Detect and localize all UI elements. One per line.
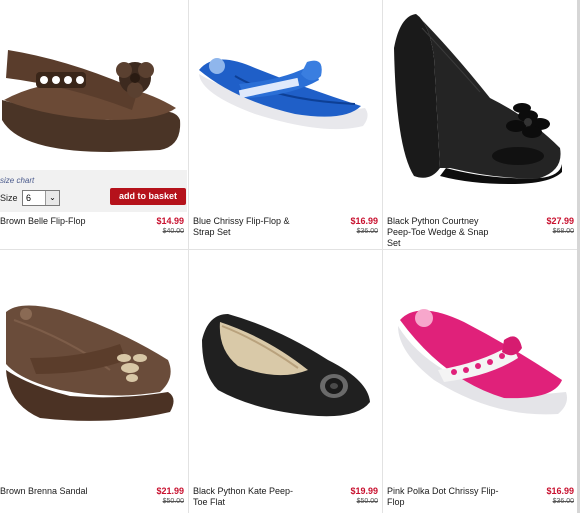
size-select-value: 6 [26, 193, 32, 203]
product-old-price: $36.00 [552, 498, 574, 505]
product-old-price: $40.00 [162, 228, 184, 235]
product-name[interactable]: Black Python Kate Peep-Toe Flat [193, 486, 303, 508]
row-divider [0, 249, 580, 250]
black-peeptoe-wedge-icon [394, 14, 562, 184]
product-old-price: $68.00 [552, 228, 574, 235]
product-price: $16.99 [350, 216, 378, 226]
product-image[interactable] [394, 300, 574, 424]
size-label: Size [0, 193, 18, 203]
product-name[interactable]: Brown Brenna Sandal [0, 486, 120, 497]
product-name[interactable]: Pink Polka Dot Chrissy Flip-Flop [387, 486, 499, 508]
blue-flipflop-icon [199, 58, 368, 130]
column-divider [188, 0, 189, 513]
product-price: $14.99 [156, 216, 184, 226]
product-old-price: $36.00 [356, 228, 378, 235]
product-image[interactable] [390, 8, 570, 186]
product-image[interactable] [0, 20, 186, 170]
pink-flipflop-icon [398, 309, 567, 415]
product-name[interactable]: Black Python Courtney Peep-Toe Wedge & S… [387, 216, 499, 249]
product-name[interactable]: Blue Chrissy Flip-Flop & Strap Set [193, 216, 303, 238]
column-divider [382, 0, 383, 513]
brown-wedge-flipflop-icon [2, 50, 181, 152]
black-peeptoe-flat-icon [202, 314, 370, 417]
product-old-price: $50.00 [162, 498, 184, 505]
brown-wedge-sandal-icon [6, 305, 174, 421]
product-price: $27.99 [546, 216, 574, 226]
add-to-basket-button[interactable]: add to basket [110, 188, 186, 205]
product-price: $16.99 [546, 486, 574, 496]
product-image[interactable] [198, 310, 374, 420]
size-select[interactable]: 6 ⌄ [22, 190, 60, 206]
product-image[interactable] [195, 40, 375, 140]
product-price: $21.99 [156, 486, 184, 496]
product-old-price: $50.00 [356, 498, 378, 505]
product-name[interactable]: Brown Belle Flip-Flop [0, 216, 120, 227]
product-image[interactable] [0, 300, 182, 430]
product-price: $19.99 [350, 486, 378, 496]
size-chart-link[interactable]: size chart [0, 176, 34, 185]
chevron-down-icon[interactable]: ⌄ [45, 191, 59, 205]
